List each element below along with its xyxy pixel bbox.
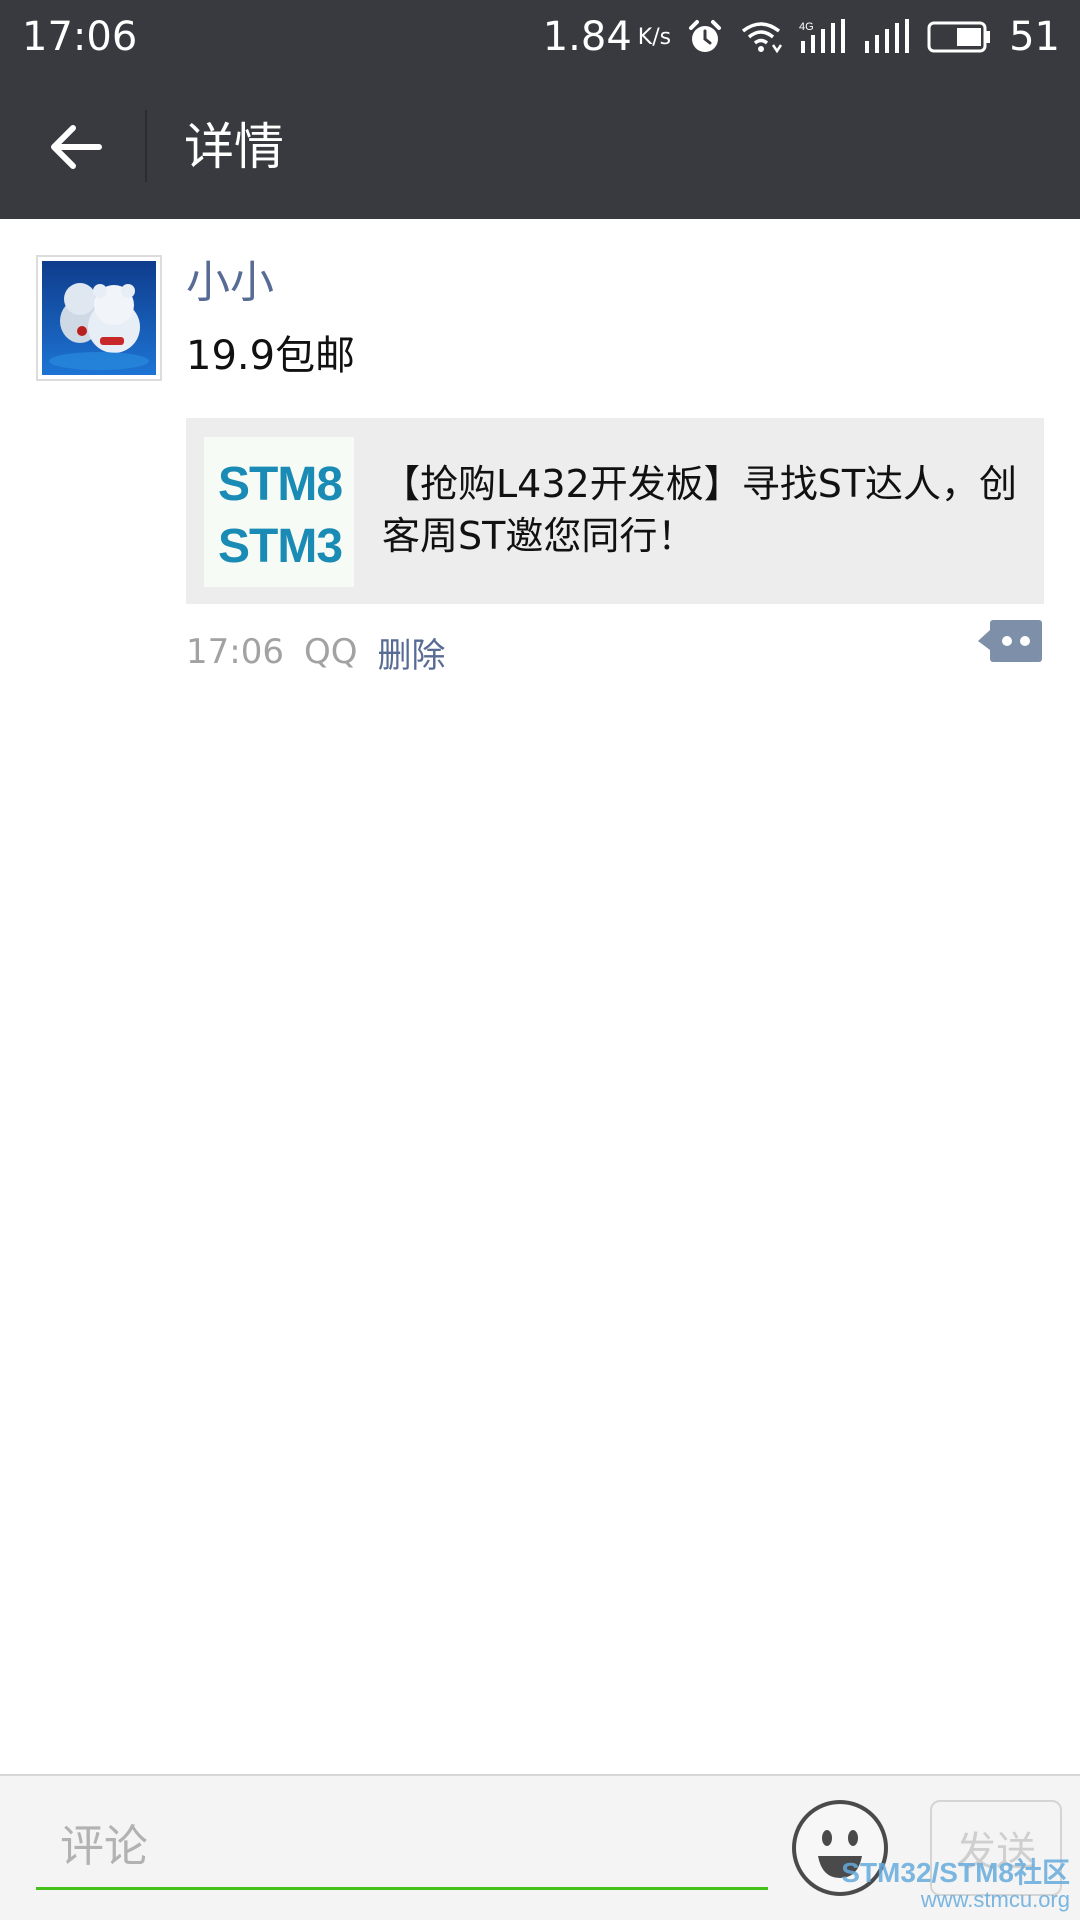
send-button[interactable]: 发送 [930, 1800, 1062, 1896]
wifi-icon [739, 19, 783, 55]
avatar[interactable] [36, 255, 162, 381]
link-thumbnail: STM8 STM3 [204, 437, 354, 587]
comment-input[interactable] [36, 1806, 768, 1890]
link-title: 【抢购L432开发板】寻找ST达人，创客周ST邀您同行！ [382, 462, 1018, 558]
back-button[interactable] [30, 104, 120, 189]
post-time: 17:06 [186, 632, 284, 672]
alarm-icon [687, 19, 723, 55]
moment-detail-screen: 17:06 1.84 K/s 4G 51 详情 小小 19.9包邮 STM8 S… [0, 0, 1080, 1920]
network-speed-value: 1.84 [542, 14, 632, 60]
status-time: 17:06 [22, 14, 138, 60]
signal-4g-icon: 4G [799, 19, 847, 55]
network-speed: 1.84 K/s [543, 14, 671, 60]
emoji-icon [792, 1800, 888, 1896]
post-meta: 17:06 QQ 删除 [186, 628, 446, 676]
status-bar: 17:06 1.84 K/s 4G 51 [0, 0, 1080, 74]
delete-link[interactable]: 删除 [378, 628, 446, 677]
battery-level: 51 [1009, 14, 1060, 60]
status-indicators: 1.84 K/s 4G 51 [543, 12, 1060, 62]
signal-icon [863, 19, 911, 55]
shared-link-card[interactable]: STM8 STM3 【抢购L432开发板】寻找ST达人，创客周ST邀您同行！ [186, 418, 1044, 604]
username[interactable]: 小小 [186, 255, 274, 311]
post-source: QQ [303, 632, 358, 672]
title-bar: 详情 [0, 74, 1080, 219]
title-divider [145, 110, 147, 182]
thumbnail-text-line1: STM8 [218, 458, 343, 511]
comment-action-button[interactable] [976, 618, 1044, 664]
svg-text:4G: 4G [799, 21, 814, 33]
arrow-left-icon [51, 124, 102, 169]
comment-bubble-icon [978, 620, 1042, 662]
battery-icon [927, 20, 993, 54]
post-text: 19.9包邮 [186, 333, 356, 379]
network-speed-unit: K/s [637, 24, 672, 50]
page-title: 详情 [184, 118, 284, 176]
comment-bar: 发送 [0, 1774, 1080, 1920]
thumbnail-text-line2: STM3 [218, 520, 343, 573]
emoji-button[interactable] [790, 1798, 890, 1898]
